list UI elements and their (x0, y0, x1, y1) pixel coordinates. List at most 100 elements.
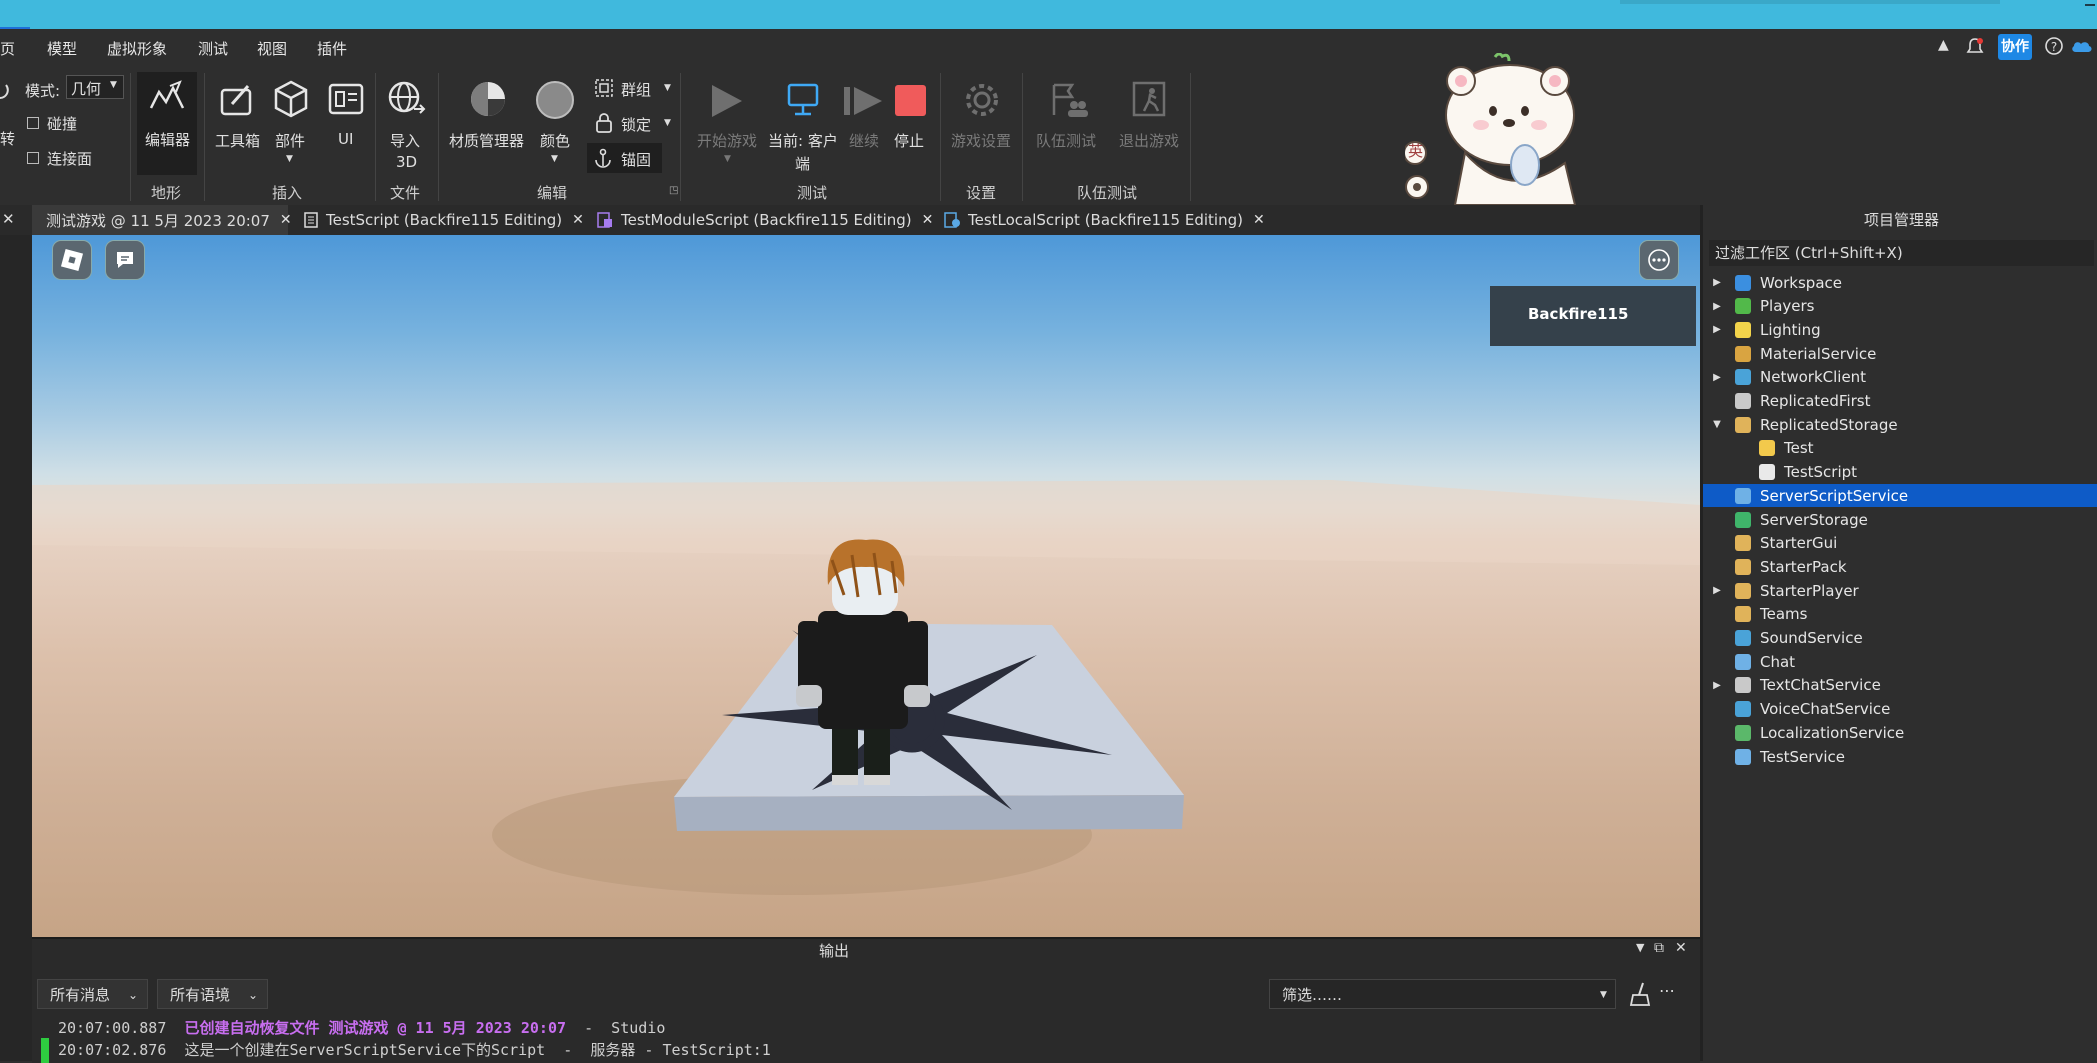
expand-arrow-icon[interactable]: ▶ (1711, 277, 1723, 288)
clear-output-broom-icon[interactable] (1629, 981, 1651, 1007)
explorer-item-localizationservice[interactable]: LocalizationService (1703, 721, 2097, 744)
lock-icon[interactable] (594, 112, 614, 134)
game-viewport[interactable]: Backfire115 (32, 235, 1700, 937)
close-icon[interactable]: ✕ (1253, 212, 1265, 228)
chat-toggle-button[interactable] (105, 240, 145, 280)
collapse-ribbon-icon[interactable]: ▲ (1938, 37, 1949, 53)
output-search-input[interactable]: 筛选…… ▼ (1269, 979, 1616, 1009)
explorer-item-materialservice[interactable]: MaterialService (1703, 342, 2097, 365)
explorer-filter-input[interactable]: 过滤工作区 (Ctrl+Shift+X) (1709, 240, 2094, 266)
join-surfaces-checkbox[interactable] (27, 152, 39, 164)
group-label[interactable]: 群组 (621, 79, 651, 100)
exit-game-icon[interactable] (1130, 79, 1170, 119)
minimize-icon[interactable] (2085, 4, 2095, 6)
anchor-button[interactable]: 锚固 (587, 143, 662, 173)
part-label[interactable]: 部件 (275, 130, 305, 151)
player-list-panel[interactable]: Backfire115 (1490, 286, 1696, 346)
import-3d-globe-icon[interactable] (386, 79, 426, 119)
close-icon[interactable]: ✕ (280, 212, 292, 228)
notification-bell-icon[interactable] (1965, 37, 1985, 57)
chevron-down-icon[interactable]: ▼ (664, 83, 671, 93)
tab-test-module-script[interactable]: TestModuleScript (Backfire115 Editing) ✕ (585, 205, 933, 235)
import-3d-label-1[interactable]: 导入 (390, 130, 420, 151)
explorer-item-replicatedfirst[interactable]: ReplicatedFirst (1703, 390, 2097, 413)
explorer-item-replicatedstorage[interactable]: ▼ ReplicatedStorage (1703, 413, 2097, 436)
menu-plugins[interactable]: 插件 (317, 38, 347, 59)
chevron-down-icon[interactable]: ▼ (286, 154, 293, 164)
explorer-item-testscript[interactable]: TestScript (1703, 461, 2097, 484)
explorer-item-testservice[interactable]: TestService (1703, 745, 2097, 768)
tab-test-local-script[interactable]: TestLocalScript (Backfire115 Editing) ✕ (932, 205, 1265, 235)
collision-checkbox[interactable] (27, 117, 39, 129)
play-icon[interactable] (706, 81, 746, 121)
expand-arrow-icon[interactable]: ▶ (1711, 372, 1723, 383)
expand-arrow-icon[interactable]: ▶ (1711, 301, 1723, 312)
chevron-down-icon[interactable]: ▼ (724, 154, 731, 164)
explorer-item-voicechatservice[interactable]: VoiceChatService (1703, 698, 2097, 721)
expand-arrow-icon[interactable]: ▶ (1711, 680, 1723, 691)
explorer-item-workspace[interactable]: ▶ Workspace (1703, 271, 2097, 294)
start-game-label[interactable]: 开始游戏 (697, 130, 757, 151)
expand-arrow-icon[interactable]: ▶ (1711, 585, 1723, 596)
chevron-down-icon[interactable]: ▼ (664, 118, 671, 128)
resume-icon[interactable] (842, 81, 884, 121)
current-client-label-1[interactable]: 当前: 客户 (768, 130, 838, 151)
help-icon[interactable]: ? (2044, 36, 2064, 56)
chevron-down-icon[interactable]: ▼ (551, 154, 558, 164)
undock-icon[interactable]: ⧉ (1654, 940, 1664, 956)
current-client-monitor-icon[interactable] (783, 81, 823, 121)
team-test-icon[interactable] (1048, 79, 1088, 119)
explorer-item-startergui[interactable]: StarterGui (1703, 532, 2097, 555)
explorer-item-chat[interactable]: Chat (1703, 650, 2097, 673)
explorer-item-soundservice[interactable]: SoundService (1703, 627, 2097, 650)
more-options-button[interactable] (1639, 240, 1679, 280)
menu-test[interactable]: 测试 (198, 38, 228, 59)
tab-test-script[interactable]: TestScript (Backfire115 Editing) ✕ (292, 205, 584, 235)
close-icon[interactable]: ✕ (572, 212, 584, 228)
explorer-item-networkclient[interactable]: ▶ NetworkClient (1703, 366, 2097, 389)
menu-view[interactable]: 视图 (257, 38, 287, 59)
resume-label[interactable]: 继续 (849, 130, 879, 151)
expand-group-icon[interactable]: ◳ (669, 185, 678, 196)
stop-label[interactable]: 停止 (894, 130, 924, 151)
game-settings-label[interactable]: 游戏设置 (951, 130, 1011, 151)
color-label[interactable]: 颜色 (540, 130, 570, 151)
explorer-item-starterpack[interactable]: StarterPack (1703, 555, 2097, 578)
material-manager-label[interactable]: 材质管理器 (449, 130, 524, 151)
current-client-label-2[interactable]: 端 (795, 153, 810, 174)
menu-home[interactable]: 页 (0, 38, 15, 59)
rotate-icon[interactable] (0, 79, 12, 103)
close-panel-icon[interactable]: ✕ (2, 210, 15, 228)
explorer-item-serverstorage[interactable]: ServerStorage (1703, 508, 2097, 531)
import-3d-label-2[interactable]: 3D (396, 153, 417, 171)
material-manager-icon[interactable] (468, 79, 508, 119)
lock-label[interactable]: 锁定 (621, 114, 651, 135)
collapse-arrow-icon[interactable]: ▼ (1711, 419, 1723, 430)
collaborate-button[interactable]: 协作 (1998, 34, 2032, 60)
menu-model[interactable]: 模型 (47, 38, 77, 59)
mode-dropdown[interactable]: 几何 ▼ (66, 75, 124, 99)
explorer-item-test[interactable]: Test (1703, 437, 2097, 460)
gear-icon[interactable] (963, 81, 1001, 119)
more-options-icon[interactable]: ⋯ (1659, 981, 1675, 1000)
expand-arrow-icon[interactable]: ▶ (1711, 324, 1723, 335)
message-filter-dropdown[interactable]: 所有消息 ⌄ (37, 979, 148, 1009)
exit-game-label[interactable]: 退出游戏 (1119, 130, 1179, 151)
stop-icon[interactable] (895, 85, 926, 116)
panel-options-chevron-icon[interactable]: ▼ (1636, 941, 1644, 954)
group-icon[interactable] (594, 78, 614, 98)
toolbox-label[interactable]: 工具箱 (215, 130, 260, 151)
team-test-label[interactable]: 队伍测试 (1036, 130, 1096, 151)
explorer-item-textchatservice[interactable]: ▶ TextChatService (1703, 674, 2097, 697)
color-swatch-icon[interactable] (536, 81, 574, 119)
close-icon[interactable]: ✕ (1675, 940, 1687, 956)
cloud-icon[interactable] (2070, 38, 2094, 54)
explorer-item-serverscriptservice[interactable]: ServerScriptService (1703, 484, 2097, 508)
explorer-item-teams[interactable]: Teams (1703, 603, 2097, 626)
tab-test-game[interactable]: 测试游戏 @ 11 5月 2023 20:07 ✕ (32, 205, 292, 235)
menu-avatar[interactable]: 虚拟形象 (107, 38, 167, 59)
ui-icon[interactable] (327, 81, 365, 117)
context-filter-dropdown[interactable]: 所有语境 ⌄ (157, 979, 268, 1009)
toolbox-icon[interactable] (218, 80, 256, 118)
explorer-item-players[interactable]: ▶ Players (1703, 295, 2097, 318)
